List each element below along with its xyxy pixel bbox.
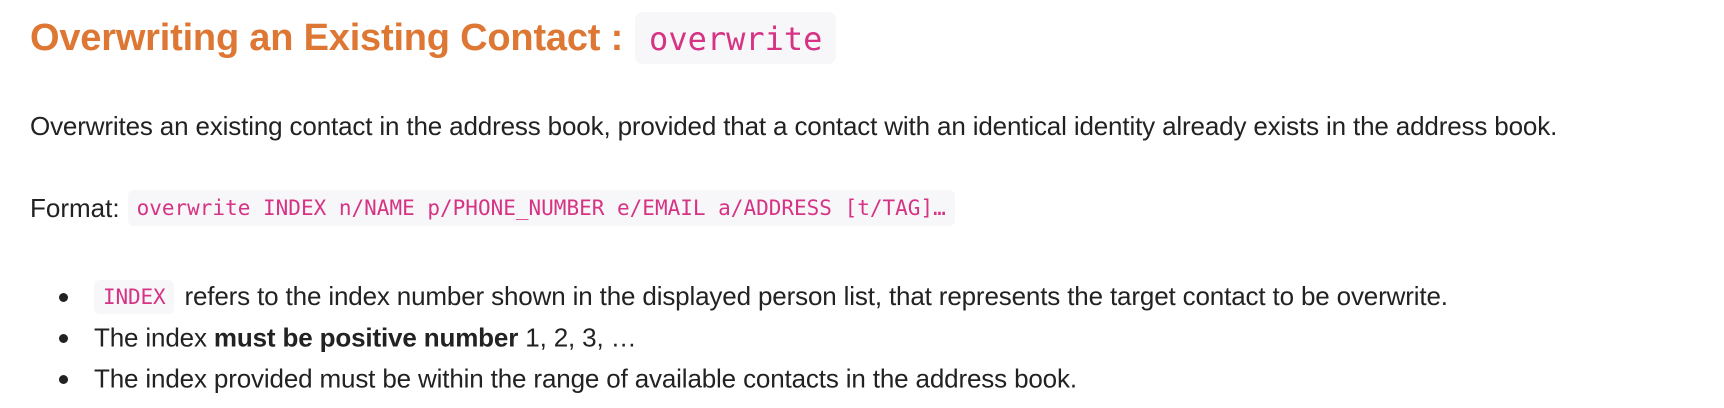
list-item-body: INDEX refers to the index number shown i… xyxy=(94,279,1448,314)
format-code: overwrite INDEX n/NAME p/PHONE_NUMBER e/… xyxy=(127,190,955,226)
index-code: INDEX xyxy=(94,279,175,314)
list-item-body: The index must be positive number 1, 2, … xyxy=(94,322,637,353)
list-item-bold: must be positive number xyxy=(213,322,519,352)
heading-command-code: overwrite xyxy=(635,12,837,64)
heading-title: Overwriting an Existing Contact : xyxy=(30,16,624,59)
list-item-body: The index provided must be within the ra… xyxy=(94,363,1077,394)
format-line: Format: overwrite INDEX n/NAME p/PHONE_N… xyxy=(30,190,955,226)
bullet-icon xyxy=(59,292,68,302)
format-label: Format: xyxy=(30,193,120,223)
command-description: Overwrites an existing contact in the ad… xyxy=(30,111,1558,141)
bullet-icon xyxy=(59,333,68,343)
list-item-text: refers to the index number shown in the … xyxy=(184,281,1448,311)
list-item-suffix: 1, 2, 3, … xyxy=(518,322,637,352)
section-heading: Overwriting an Existing Contact : overwr… xyxy=(30,12,837,64)
bullet-icon xyxy=(59,374,68,384)
list-item-prefix: The index xyxy=(94,322,214,352)
list-item-text: The index provided must be within the ra… xyxy=(94,363,1077,393)
